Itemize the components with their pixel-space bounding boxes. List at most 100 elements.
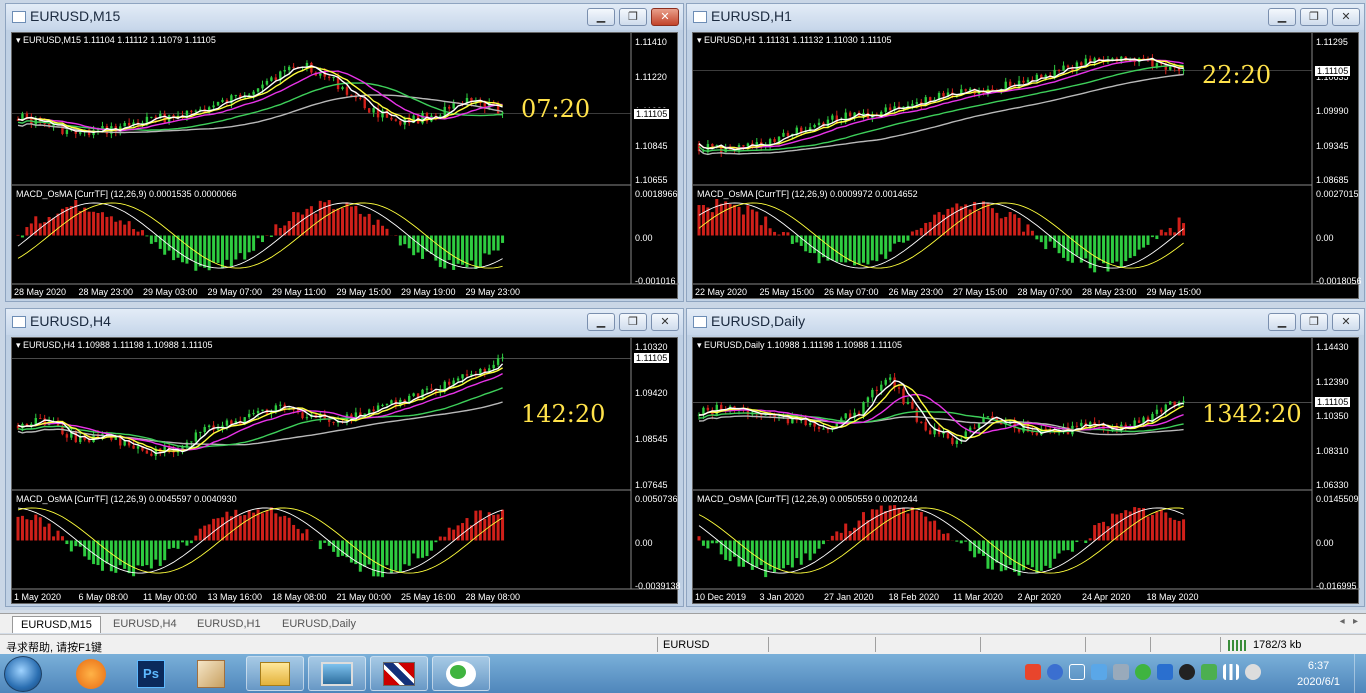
- chart-window-h4[interactable]: EURUSD,H4 ▁ ❐ ✕ ▾ EURUSD,H4 1.10988 1.11…: [5, 308, 684, 607]
- shield-icon[interactable]: [1157, 664, 1173, 680]
- cube-icon[interactable]: [1091, 664, 1107, 680]
- sogou-icon[interactable]: [1025, 664, 1041, 680]
- candle-body: [1075, 425, 1079, 427]
- macd-bar: [100, 212, 104, 236]
- candle-body: [920, 421, 923, 423]
- chart-window-daily[interactable]: EURUSD,Daily ▁ ❐ ✕ ▾ EURUSD,Daily 1.1098…: [686, 308, 1365, 607]
- minimize-button[interactable]: ▁: [1268, 313, 1296, 331]
- price-axis-label: 1.09990: [1316, 106, 1349, 116]
- explorer-icon[interactable]: [246, 656, 304, 691]
- close-button[interactable]: ✕: [1332, 8, 1360, 26]
- window-titlebar[interactable]: EURUSD,H1 ▁ ❐ ✕: [687, 4, 1364, 30]
- help-icon[interactable]: [1047, 664, 1063, 680]
- gear-icon[interactable]: [1113, 664, 1129, 680]
- photoshop-icon[interactable]: Ps: [122, 656, 180, 691]
- candle-body: [283, 70, 286, 72]
- candle-body: [1169, 66, 1172, 70]
- macd-bar: [764, 216, 768, 236]
- signal-icon[interactable]: [1223, 664, 1239, 680]
- macd-bar: [977, 210, 981, 236]
- macd-bar: [790, 540, 794, 568]
- macd-bar: [928, 521, 932, 541]
- macd-bar: [710, 212, 714, 236]
- time-axis-label: 25 May 15:00: [759, 287, 815, 297]
- macd-bar: [1035, 540, 1039, 574]
- window-titlebar[interactable]: EURUSD,M15 ▁ ❐ ✕: [6, 4, 683, 30]
- window-titlebar[interactable]: EURUSD,H4 ▁ ❐ ✕: [6, 309, 683, 335]
- chart-window-m15[interactable]: EURUSD,M15 ▁ ❐ ✕ ▾ EURUSD,M15 1.11104 1.…: [5, 3, 684, 302]
- restore-button[interactable]: ❐: [619, 8, 647, 26]
- macd-bar: [1066, 540, 1070, 551]
- wechat-icon[interactable]: [432, 656, 490, 691]
- minimize-button[interactable]: ▁: [587, 8, 615, 26]
- candle-body: [270, 77, 273, 81]
- macd-bar: [287, 221, 291, 236]
- candle-body: [412, 393, 415, 396]
- metatrader-icon[interactable]: [370, 656, 428, 691]
- show-desktop-button[interactable]: [1354, 654, 1366, 693]
- close-button[interactable]: ✕: [651, 313, 679, 331]
- tab-eurusd-m15[interactable]: EURUSD,M15: [12, 616, 101, 633]
- time-axis-label: 21 May 00:00: [336, 592, 392, 602]
- restore-button[interactable]: ❐: [1300, 313, 1328, 331]
- macd-bar: [216, 235, 220, 263]
- current-price-marker: 1.11105: [633, 107, 671, 120]
- macd-bar: [884, 235, 888, 259]
- chart-area[interactable]: ▾ EURUSD,H1 1.11131 1.11132 1.11030 1.11…: [692, 32, 1362, 299]
- chart-area[interactable]: ▾ EURUSD,M15 1.11104 1.11112 1.11079 1.1…: [11, 32, 679, 299]
- macd-bar: [942, 214, 945, 236]
- restore-button[interactable]: ❐: [1300, 8, 1328, 26]
- candle-body: [399, 120, 402, 125]
- window-titlebar[interactable]: EURUSD,Daily ▁ ❐ ✕: [687, 309, 1364, 335]
- chart-area[interactable]: ▾ EURUSD,H4 1.10988 1.11198 1.10988 1.11…: [11, 337, 681, 604]
- close-button[interactable]: ✕: [651, 8, 679, 26]
- tab-eurusd-h1[interactable]: EURUSD,H1: [189, 616, 269, 633]
- system-clock[interactable]: 6:37 2020/6/1: [1297, 658, 1340, 690]
- chart-window-h1[interactable]: EURUSD,H1 ▁ ❐ ✕ ▾ EURUSD,H1 1.11131 1.11…: [686, 3, 1365, 302]
- paint-icon[interactable]: [182, 656, 240, 691]
- candle-body: [390, 117, 393, 120]
- macd-bar: [269, 235, 273, 237]
- macd-bar: [372, 540, 376, 577]
- volume-icon[interactable]: [1245, 664, 1261, 680]
- app-icon[interactable]: [62, 656, 120, 691]
- macd-bar: [999, 540, 1003, 572]
- macd-bar: [1119, 235, 1123, 268]
- candle-body: [136, 446, 140, 449]
- candle-body: [287, 66, 291, 71]
- tab-eurusd-daily[interactable]: EURUSD,Daily: [274, 616, 364, 633]
- macd-bar: [87, 211, 91, 236]
- tab-scroll-arrows[interactable]: ◂ ▸: [1340, 616, 1358, 627]
- macd-bar: [893, 505, 897, 541]
- candle-body: [332, 421, 335, 423]
- security-icon[interactable]: [1201, 664, 1217, 680]
- macd-bar: [768, 228, 772, 236]
- macd-bar: [866, 235, 870, 265]
- image-viewer-icon[interactable]: [308, 656, 366, 691]
- macd-bar: [341, 540, 345, 556]
- wechat-tray-icon[interactable]: [1135, 664, 1151, 680]
- network-icon[interactable]: [1069, 664, 1085, 680]
- price-axis-label: 1.09345: [1316, 140, 1349, 151]
- macd-bar: [358, 213, 362, 236]
- tab-eurusd-h4[interactable]: EURUSD,H4: [105, 616, 185, 633]
- macd-bar: [287, 517, 291, 541]
- candle-body: [1160, 409, 1163, 412]
- macd-bar: [884, 511, 888, 541]
- start-button[interactable]: [4, 656, 42, 692]
- candle-body: [39, 418, 42, 420]
- minimize-button[interactable]: ▁: [587, 313, 615, 331]
- close-button[interactable]: ✕: [1332, 313, 1360, 331]
- candle-body: [381, 404, 384, 406]
- macd-bar: [381, 225, 385, 236]
- macd-bar: [16, 234, 20, 236]
- qq-icon[interactable]: [1179, 664, 1195, 680]
- minimize-button[interactable]: ▁: [1268, 8, 1296, 26]
- restore-button[interactable]: ❐: [619, 313, 647, 331]
- candle-body: [341, 87, 344, 89]
- chart-area[interactable]: ▾ EURUSD,Daily 1.10988 1.11198 1.10988 1…: [692, 337, 1360, 604]
- candle-body: [501, 357, 504, 359]
- macd-line: [17, 507, 503, 574]
- macd-bar: [715, 199, 719, 236]
- candle-body: [955, 440, 959, 445]
